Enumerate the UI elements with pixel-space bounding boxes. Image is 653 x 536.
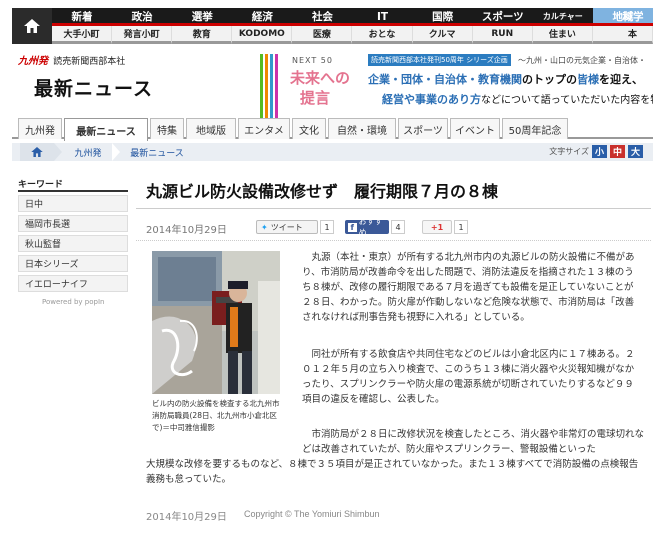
keyword-item[interactable]: 秋山監督 [18,235,128,252]
google-plus-count: 1 [454,220,468,234]
home-button[interactable] [12,8,52,44]
nav-shinchaku[interactable]: 新着 [52,8,113,26]
banner-next50: NEXT 50 [292,56,333,65]
keyword-divider [18,190,128,192]
date-divider [136,240,651,241]
nav-otona[interactable]: おとな [352,26,413,44]
text-size-label: 文字サイズ [549,147,589,156]
facebook-recommend-button[interactable]: f おすすめ [345,217,389,237]
tab-kyushu[interactable]: 九州発 [18,118,62,139]
breadcrumb-kyushu[interactable]: 九州発 [64,143,112,161]
nav-sumai[interactable]: 住まい [532,26,593,44]
article-paragraph: 丸源（本社・東京）が所有する北九州市内の丸源ビルの防火設備に不備があり、市消防局… [302,252,635,323]
nav-it[interactable]: IT [352,8,413,26]
banner-tagline: 読売新聞西部本社発刊50周年 シリーズ企画 [368,54,511,66]
nav-shakai[interactable]: 社会 [292,8,353,26]
nav-senkyo[interactable]: 選挙 [172,8,233,26]
copyright: Copyright © The Yomiuri Shimbun [244,509,380,519]
facebook-icon: f [348,222,357,232]
banner-headline-2: 経営や事業のあり方などについて語っていただいた内容を特 [382,93,653,106]
nav-culture[interactable]: カルチャー [532,8,593,26]
tab-latest-news[interactable]: 最新ニュース [64,118,148,141]
article-headline: 丸源ビル防火設備改修せず 履行期限７月の８棟 [146,182,499,201]
tweet-count: 1 [320,220,334,234]
breadcrumb-latest[interactable]: 最新ニュース [122,143,192,161]
article-paragraph-rest: 大規模な改修を要するものなど、８棟で３５項目が是正されていなかった。また１３棟す… [146,459,639,485]
banner-future-title: 未来への 提言 [290,69,351,107]
tab-event[interactable]: イベント [450,118,500,139]
headline-divider [136,208,651,209]
tab-sports[interactable]: スポーツ [398,118,448,139]
nav-run[interactable]: RUN [472,26,533,44]
tab-shizen-kankyo[interactable]: 自然・環境 [328,118,396,139]
article-date: 2014年10月29日 [146,225,227,236]
article-photo[interactable] [152,251,280,394]
home-icon [24,19,40,33]
nav-hatsugen-komachi[interactable]: 発言小町 [112,26,173,44]
google-plus-button[interactable]: +1 [422,220,452,234]
keyword-item[interactable]: 日中 [18,195,128,212]
nav-sports[interactable]: スポーツ [472,8,533,26]
keyword-heading: キーワード [18,180,64,190]
article-paragraph-lead: 市消防局が２８日に改修状況を検査したところ、消火器や非常灯の電球切れなどは改善さ… [302,429,645,455]
nav-kodomo[interactable]: KODOMO [232,26,293,44]
facebook-count: 4 [391,220,405,234]
text-size-control: 文字サイズ 小 中 大 [549,145,643,158]
facebook-label: おすすめ [358,217,383,237]
text-size-large-button[interactable]: 大 [628,145,643,158]
nav-seiji[interactable]: 政治 [112,8,173,26]
keyword-item[interactable]: 日本シリーズ [18,255,128,272]
text-size-medium-button[interactable]: 中 [610,145,625,158]
tab-entame[interactable]: エンタメ [238,118,290,139]
tab-50th[interactable]: 50周年記念 [502,118,568,139]
nav-kokusai[interactable]: 国際 [412,8,473,26]
text-size-small-button[interactable]: 小 [592,145,607,158]
article-paragraph: 市消防局が２８日に改修状況を検査したところ、消火器や非常灯の電球切れなどは改善さ… [146,427,644,487]
nav-hon[interactable]: 本 [613,26,653,44]
nav-kyoiku[interactable]: 教育 [172,26,233,44]
page-frame: 新着 政治 選挙 経済 社会 IT 国際 スポーツ カルチャー 地域 大手小町 … [12,0,653,536]
kyushu-logo: 九州発 [18,56,48,67]
twitter-icon: ✦ [261,222,268,232]
article-paragraph: 同社が所有する飲食店や共同住宅などのビルは小倉北区内に１７棟ある。２０１２年５月… [302,349,635,405]
home-icon [31,147,43,157]
banner-region: 〜九州・山口の元気企業・自治体・ [518,56,646,65]
footer-date: 2014年10月29日 [146,512,227,523]
tab-tokushu[interactable]: 特集 [150,118,184,139]
tab-chihoban[interactable]: 地域版 [186,118,236,139]
genre-navigation: 新着 政治 選挙 経済 社会 IT 国際 スポーツ カルチャー 地域 大手小町 … [12,8,653,44]
breadcrumb-separator [112,143,120,161]
genre-grid: 新着 政治 選挙 経済 社会 IT 国際 スポーツ カルチャー 地域 大手小町 … [52,8,653,44]
tweet-label: ツイート [270,222,303,232]
banner-stripes [260,54,282,118]
tab-bunka[interactable]: 文化 [292,118,326,139]
nav-iryo[interactable]: 医療 [292,26,353,44]
breadcrumb-home[interactable] [20,143,54,161]
nav-kuruma[interactable]: クルマ [412,26,473,44]
nav-ote-komachi[interactable]: 大手小町 [52,26,113,44]
keyword-item[interactable]: イエローナイフ [18,275,128,292]
banner-headline-1: 企業・団体・自治体・教育機関のトップの皆様を迎え、 [368,73,643,86]
nav-keizai[interactable]: 経済 [232,8,293,26]
brand[interactable]: 九州発 読売新聞西部本社 [18,52,125,67]
breadcrumb-separator [54,143,62,161]
tweet-button[interactable]: ✦ ツイート [256,220,318,234]
photo-illustration [152,251,280,394]
nav-kagaku[interactable]: 科学 [613,8,653,26]
publisher-name: 読売新聞西部本社 [53,57,126,67]
keyword-item[interactable]: 福岡市長選 [18,215,128,232]
anniversary-banner[interactable]: NEXT 50 未来への 提言 読売新聞西部本社発刊50周年 シリーズ企画 〜九… [260,50,653,118]
powered-by-popin[interactable]: Powered by popIn [42,298,104,306]
page-title: 最新ニュース [34,78,154,100]
section-tabs: 九州発 最新ニュース 特集 地域版 エンタメ 文化 自然・環境 スポーツ イベン… [12,118,653,141]
